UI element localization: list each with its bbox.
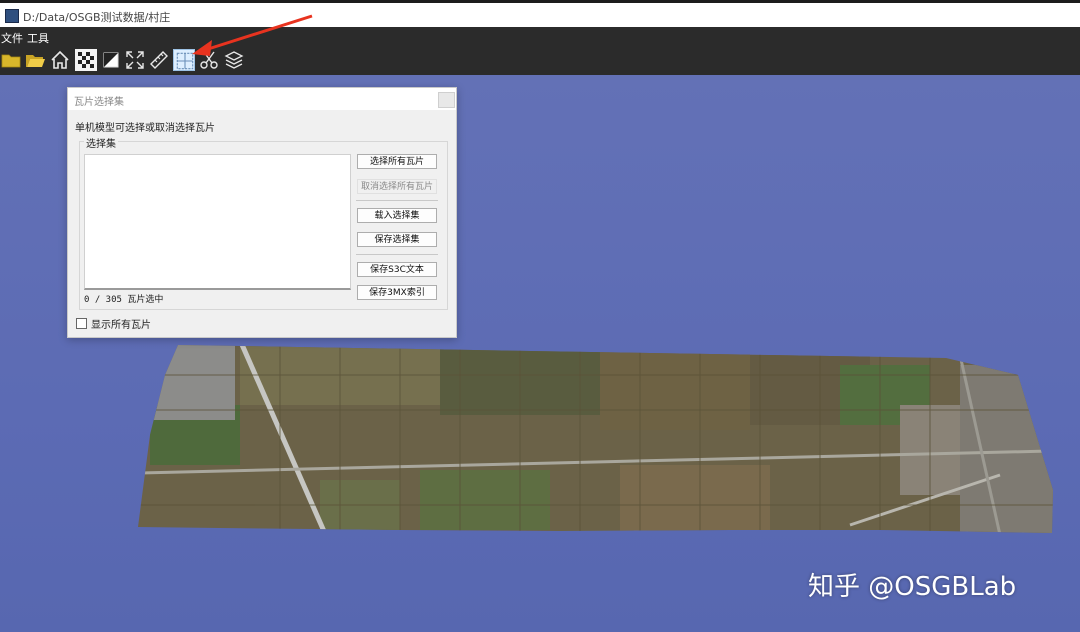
group-label: 选择集 <box>84 135 118 150</box>
window-title: D:/Data/OSGB测试数据/村庄 <box>23 11 171 24</box>
save-s3c-button[interactable]: 保存S3C文本 <box>357 262 437 277</box>
tile-select-icon[interactable] <box>173 49 195 71</box>
dialog-title-bar[interactable]: 瓦片选择集 <box>68 88 456 110</box>
close-icon[interactable] <box>438 92 455 108</box>
checker-icon[interactable] <box>75 49 97 71</box>
separator <box>356 200 438 201</box>
selection-group: 选择集 0 / 305 瓦片选中 选择所有瓦片 取消选择所有瓦片 载入选择集 保… <box>79 135 448 310</box>
selected-count: 0 / 305 瓦片选中 <box>84 295 164 305</box>
show-all-checkbox[interactable] <box>76 318 87 329</box>
home-icon[interactable] <box>49 49 71 71</box>
app-icon <box>5 9 19 23</box>
title-bar: D:/Data/OSGB测试数据/村庄 <box>0 0 1080 27</box>
menu-bar: 文件 工具 <box>0 27 1080 47</box>
dialog-title: 瓦片选择集 <box>74 97 124 108</box>
load-selection-button[interactable]: 载入选择集 <box>357 208 437 223</box>
deselect-all-button: 取消选择所有瓦片 <box>357 179 437 194</box>
tile-selection-dialog: 瓦片选择集 单机模型可选择或取消选择瓦片 选择集 0 / 305 瓦片选中 选择… <box>67 87 457 338</box>
layers-icon[interactable] <box>223 49 245 71</box>
ruler-icon[interactable] <box>148 49 170 71</box>
open-folder-icon[interactable] <box>24 49 46 71</box>
watermark: 知乎 @OSGBLab <box>808 572 1017 602</box>
separator <box>356 254 438 255</box>
menu-file[interactable]: 文件 <box>1 30 23 46</box>
show-all-row: 显示所有瓦片 <box>76 316 151 331</box>
show-all-label: 显示所有瓦片 <box>91 320 151 331</box>
tile-listbox[interactable] <box>84 154 351 290</box>
toolbar <box>0 47 1080 75</box>
fullscreen-icon[interactable] <box>124 49 146 71</box>
select-all-button[interactable]: 选择所有瓦片 <box>357 154 437 169</box>
scissors-icon[interactable] <box>198 49 220 71</box>
menu-tools[interactable]: 工具 <box>27 30 49 46</box>
half-contrast-icon[interactable] <box>100 49 122 71</box>
folder-icon[interactable] <box>0 49 22 71</box>
save-selection-button[interactable]: 保存选择集 <box>357 232 437 247</box>
save-3mx-button[interactable]: 保存3MX索引 <box>357 285 437 300</box>
dialog-description: 单机模型可选择或取消选择瓦片 <box>75 123 215 134</box>
